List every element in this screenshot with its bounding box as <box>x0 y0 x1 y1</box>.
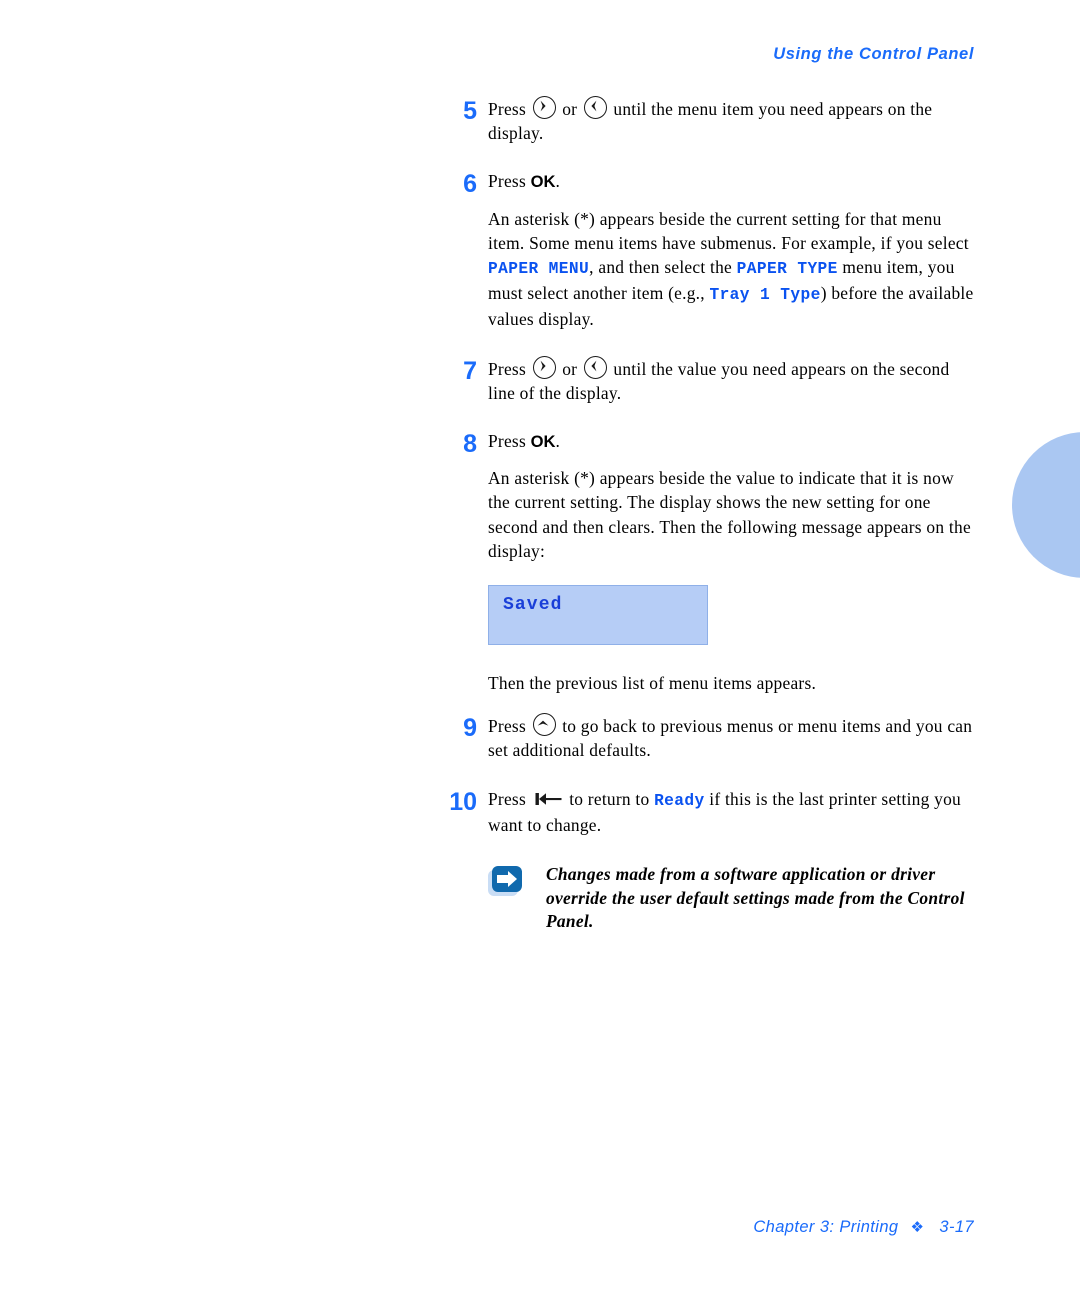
paper-type-code: PAPER TYPE <box>736 260 838 279</box>
step-text: Press OK. <box>488 169 980 194</box>
conjunction-label: or <box>562 99 578 119</box>
circle-up-arrow-button-icon <box>532 713 556 737</box>
note-callout: Changes made from a software application… <box>488 863 980 934</box>
footer-chapter: Chapter 3: Printing <box>753 1218 899 1236</box>
step-8: 8 Press OK. An asterisk (*) appears besi… <box>440 429 980 695</box>
step-number: 8 <box>463 430 477 459</box>
note-arrow-icon <box>488 865 530 899</box>
step-text-remainder: to go back to previous menus or menu ite… <box>488 716 973 761</box>
step-number: 5 <box>463 97 477 125</box>
step-text-remainder: until the value you need appears on the … <box>488 358 950 403</box>
document-page: Using the Control Panel 5 Press or until… <box>0 0 1080 1296</box>
note-text: Changes made from a software application… <box>546 864 965 932</box>
text-segment: to return to <box>569 788 655 809</box>
page-footer: Chapter 3: Printing ❖ 3-17 <box>0 1218 974 1237</box>
press-label: Press <box>488 171 526 192</box>
step-text: Press or until the menu item you need ap… <box>488 96 980 145</box>
after-lcd-paragraph: Then the previous list of menu items app… <box>488 673 817 694</box>
tray-1-type-code: Tray 1 Type <box>709 286 821 305</box>
press-label: Press <box>488 788 526 809</box>
circle-left-arrow-button-icon <box>583 355 607 379</box>
step-6-body-paragraph: An asterisk (*) appears beside the curre… <box>488 207 980 332</box>
step-text: Press to return to Ready if this is the … <box>488 787 980 837</box>
period: . <box>555 431 561 452</box>
step-text: Press to go back to previous menus or me… <box>488 713 980 762</box>
return-arrow-button-icon <box>535 789 562 805</box>
ok-button-label: OK <box>530 172 556 192</box>
step-number: 9 <box>463 714 477 743</box>
step-7: 7 Press or until the value you need appe… <box>440 355 980 405</box>
text-segment: , and then select the <box>589 257 737 278</box>
footer-page-number: 3-17 <box>939 1218 974 1236</box>
text-segment: An asterisk (*) appears beside the curre… <box>488 208 969 253</box>
step-9: 9 Press to go back to previous menus or … <box>440 713 980 762</box>
step-8-body-paragraph: An asterisk (*) appears beside the value… <box>488 468 971 561</box>
period: . <box>555 171 561 192</box>
content-column: 5 Press or until the menu item you need … <box>440 96 980 934</box>
paper-menu-code: PAPER MENU <box>488 260 590 279</box>
circle-right-arrow-button-icon <box>532 355 556 379</box>
conjunction-label: or <box>562 358 578 379</box>
circle-right-arrow-button-icon <box>532 96 556 119</box>
running-header: Using the Control Panel <box>773 45 974 63</box>
lcd-message: Saved <box>503 595 563 616</box>
step-text: Press or until the value you need appear… <box>488 355 980 405</box>
press-label: Press <box>488 716 526 737</box>
step-number: 7 <box>463 356 477 385</box>
step-number: 6 <box>463 170 477 199</box>
step-5: 5 Press or until the menu item you need … <box>440 96 980 145</box>
ready-code: Ready <box>654 791 705 810</box>
step-number: 10 <box>449 787 477 816</box>
press-label: Press <box>488 431 526 452</box>
footer-diamond-icon: ❖ <box>910 1219 925 1236</box>
lcd-display-box: Saved <box>488 585 708 646</box>
press-label: Press <box>488 99 526 119</box>
press-label: Press <box>488 358 526 379</box>
step-text: Press OK. <box>488 429 980 454</box>
chapter-thumb-tab <box>1012 432 1080 578</box>
step-6: 6 Press OK. An asterisk (*) appears besi… <box>440 169 980 331</box>
ok-button-label: OK <box>530 432 556 452</box>
circle-left-arrow-button-icon <box>583 96 607 119</box>
step-10: 10 Press to return to Ready if this is t… <box>440 787 980 837</box>
